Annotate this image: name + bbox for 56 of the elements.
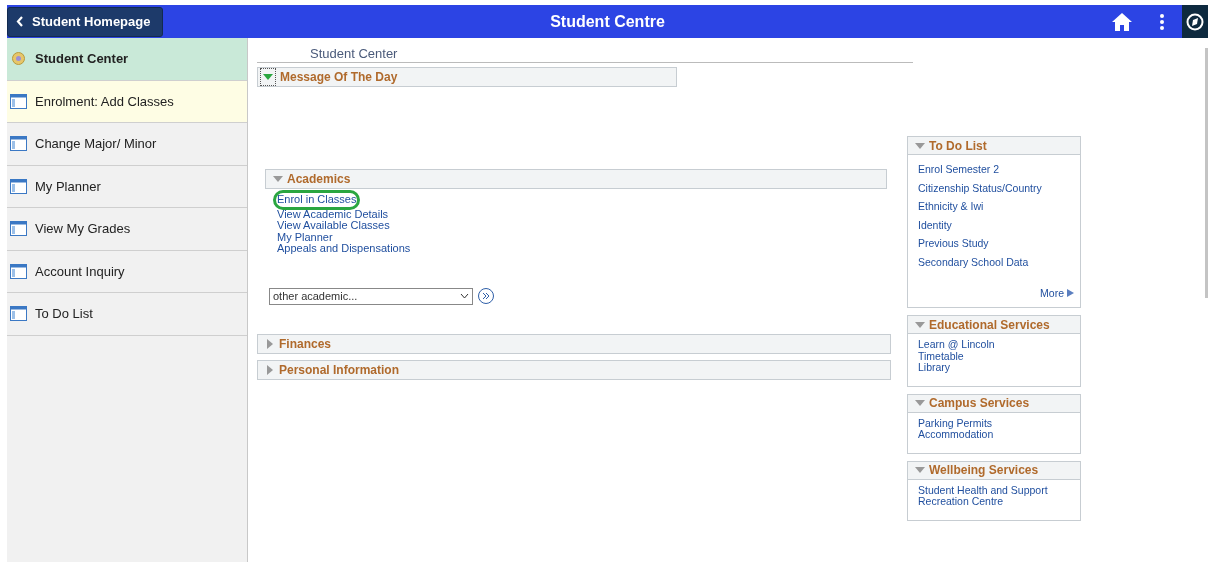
triangle-icon[interactable] [263, 72, 273, 82]
expanded-triangle-icon[interactable] [273, 174, 283, 184]
collapse-toggle[interactable] [260, 68, 276, 86]
panel-link[interactable]: Learn @ Lincoln [918, 339, 995, 351]
triangle-icon[interactable] [915, 398, 925, 408]
sidebar-item[interactable]: Enrolment: Add Classes [7, 80, 247, 123]
academic-link[interactable]: Appeals and Dispensations [277, 243, 411, 255]
academic-link[interactable]: View Available Classes [277, 220, 390, 232]
more-link[interactable]: More [1040, 287, 1074, 299]
section-title: Message Of The Day [280, 70, 398, 84]
panel-link[interactable]: Accommodation [918, 429, 994, 441]
page-icon [10, 221, 27, 237]
panel-link[interactable]: Enrol Semester 2 [918, 164, 1000, 176]
panel-link[interactable]: Identity [918, 219, 952, 231]
chevron-down-icon [460, 293, 469, 299]
panel-link[interactable]: Citizenship Status/Country [918, 182, 1042, 194]
triangle-icon[interactable] [915, 319, 925, 330]
panel-title: To Do List [929, 138, 987, 153]
panel-link[interactable]: Previous Study [918, 238, 989, 250]
triangle-icon[interactable] [915, 140, 925, 151]
play-icon [1067, 289, 1074, 297]
triangle-icon[interactable] [915, 465, 925, 475]
sidebar-item[interactable]: Student Center [7, 38, 247, 81]
panel-link[interactable]: Student Health and Support [918, 484, 1048, 496]
panel-link[interactable]: Ethnicity & Iwi [918, 201, 984, 213]
chevron-left-icon [16, 16, 24, 27]
panel-title: Educational Services [929, 317, 1050, 332]
page-icon [10, 306, 27, 322]
panel-link[interactable]: Recreation Centre [918, 496, 1004, 508]
collapsed-triangle-icon[interactable] [265, 364, 275, 375]
panel-title: Wellbeing Services [929, 463, 1039, 477]
page-header-title: Student Centre [550, 12, 665, 31]
academic-dropdown[interactable]: other academic... [269, 287, 473, 305]
academic-link[interactable]: View Academic Details [277, 208, 389, 220]
scrollbar[interactable] [1205, 48, 1208, 298]
navigator-button[interactable] [1182, 5, 1208, 38]
section-title: Finances [279, 336, 332, 351]
section-title: Academics [287, 172, 351, 186]
panel-link[interactable]: Timetable [918, 350, 964, 362]
panel-link[interactable]: Library [918, 362, 951, 374]
academic-link[interactable]: My Planner [277, 231, 333, 243]
page-icon [10, 263, 27, 279]
panel-link[interactable]: Secondary School Data [918, 256, 1029, 268]
double-chevron-icon [482, 292, 490, 300]
collapsed-triangle-icon[interactable] [265, 338, 275, 349]
kebab-menu-icon [1159, 12, 1165, 31]
back-button[interactable]: Student Homepage [7, 6, 164, 37]
page-icon [10, 178, 27, 194]
home-icon [1112, 12, 1132, 31]
page-title: Student Center [257, 46, 913, 63]
page-icon [10, 93, 27, 109]
panel-link[interactable]: Parking Permits [918, 417, 993, 429]
compass-icon [1186, 12, 1204, 31]
section-title: Personal Information [279, 362, 400, 377]
panel-title: Campus Services [929, 396, 1030, 410]
page-icon [10, 136, 27, 152]
